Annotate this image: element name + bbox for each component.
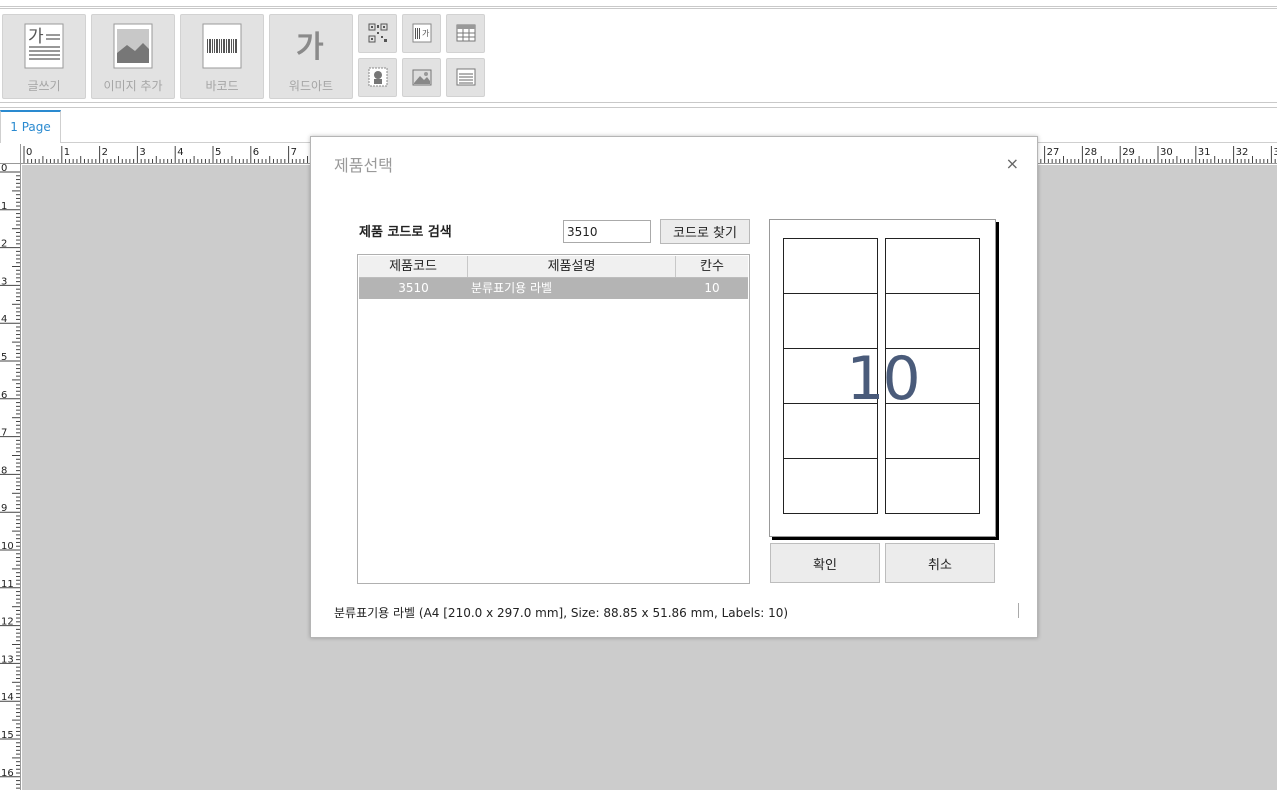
qrcode-icon (368, 23, 388, 43)
ruler-label: 14 (1, 692, 14, 703)
ruler-label: 16 (1, 768, 14, 779)
ruler-label: 32 (1236, 147, 1249, 158)
ruler-label: 27 (1047, 147, 1060, 158)
label-cell (783, 458, 878, 514)
ruler-label: 13 (1, 654, 14, 665)
ruler-label: 28 (1084, 147, 1097, 158)
column-header-count[interactable]: 칸수 (676, 256, 748, 277)
svg-text:가: 가 (422, 29, 430, 38)
svg-text:가: 가 (28, 27, 44, 47)
ruler-label: 6 (253, 147, 259, 158)
column-header-code[interactable]: 제품코드 (359, 256, 468, 277)
wordart-button[interactable]: 가 워드아트 (269, 14, 353, 99)
ruler-label: 15 (1, 730, 14, 741)
ruler-label: 1 (64, 147, 70, 158)
qrcode-button[interactable] (358, 14, 397, 53)
ruler-label: 10 (1, 541, 14, 552)
status-text: 분류표기용 라벨 (A4 [210.0 x 297.0 mm], Size: 8… (334, 606, 789, 620)
text-tool-label: 글쓰기 (27, 79, 61, 93)
cancel-button[interactable]: 취소 (885, 543, 995, 583)
preview-label-count: 10 (846, 344, 920, 414)
ruler-label: 31 (1198, 147, 1211, 158)
label-cell (783, 238, 878, 294)
table-button[interactable] (446, 14, 485, 53)
table-row[interactable]: 3510 분류표기용 라벨 10 (359, 278, 748, 299)
product-table: 제품코드 제품설명 칸수 3510 분류표기용 라벨 10 (357, 254, 750, 584)
table-icon (456, 24, 476, 42)
ruler-label: 0 (1, 164, 7, 174)
stamp-button[interactable] (358, 58, 397, 97)
ruler-label: 3 (1273, 147, 1277, 158)
ruler-label: 5 (1, 352, 7, 363)
picture-button[interactable] (402, 58, 441, 97)
ruler-label: 3 (139, 147, 145, 158)
status-separator (1018, 603, 1019, 618)
label-cell (885, 458, 980, 514)
lines-button[interactable] (446, 58, 485, 97)
cell-code: 3510 (398, 281, 429, 295)
ruler-label: 5 (215, 147, 221, 158)
ruler-label: 0 (26, 147, 32, 158)
ruler-corner (0, 144, 21, 164)
toolbar: 가 글쓰기 이미지 추가 바코드 가 워드아트 가 (0, 10, 1277, 102)
find-by-code-button[interactable]: 코드로 찾기 (660, 219, 750, 244)
search-label: 제품 코드로 검색 (359, 225, 452, 240)
wordart-icon: 가 (296, 30, 324, 65)
tab-page-1[interactable]: 1 Page (0, 110, 61, 143)
dialog-title: 제품선택 (334, 156, 393, 175)
ruler-label: 7 (1, 428, 7, 439)
picture-icon (412, 69, 432, 86)
cell-desc: 분류표기용 라벨 (471, 281, 553, 295)
table-header: 제품코드 제품설명 칸수 (359, 256, 748, 278)
vertical-text-button[interactable]: 가 (402, 14, 441, 53)
ruler-label: 4 (177, 147, 183, 158)
text-tool-button[interactable]: 가 글쓰기 (2, 14, 86, 99)
svg-text:가: 가 (296, 30, 324, 65)
stamp-icon (368, 67, 388, 87)
cell-count: 10 (704, 281, 720, 295)
add-image-label: 이미지 추가 (103, 79, 163, 93)
column-header-desc[interactable]: 제품설명 (468, 256, 676, 277)
ruler-label: 2 (1, 239, 7, 250)
ruler-label: 11 (1, 579, 14, 590)
ruler-label: 2 (102, 147, 108, 158)
ruler-label: 1 (1, 201, 7, 212)
image-icon (113, 23, 153, 69)
ruler-label: 6 (1, 390, 7, 401)
ruler-label: 9 (1, 503, 7, 514)
ok-button[interactable]: 확인 (770, 543, 880, 583)
wordart-label: 워드아트 (288, 79, 334, 93)
ruler-label: 3 (1, 276, 7, 287)
ruler-label: 12 (1, 617, 14, 628)
vertical-ruler: 012345678910111213141516 (0, 164, 21, 790)
barcode-button[interactable]: 바코드 (180, 14, 264, 99)
lines-icon (456, 68, 476, 86)
ruler-label: 29 (1122, 147, 1135, 158)
ruler-label: 7 (291, 147, 297, 158)
label-layout-preview: 10 (769, 219, 996, 537)
label-cell (783, 293, 878, 349)
product-code-input[interactable] (563, 220, 651, 243)
add-image-button[interactable]: 이미지 추가 (91, 14, 175, 99)
label-cell (885, 293, 980, 349)
label-cell (885, 238, 980, 294)
vertical-text-icon: 가 (412, 23, 432, 43)
product-select-dialog: 제품선택 × 제품 코드로 검색 코드로 찾기 제품코드 제품설명 칸수 351… (310, 136, 1038, 638)
ruler-label: 8 (1, 465, 7, 476)
barcode-label: 바코드 (205, 79, 239, 93)
text-icon: 가 (24, 23, 64, 69)
barcode-icon (202, 23, 242, 69)
ruler-label: 30 (1160, 147, 1173, 158)
top-divider (0, 6, 1277, 9)
ruler-label: 4 (1, 314, 7, 325)
close-icon[interactable]: × (1006, 154, 1019, 173)
